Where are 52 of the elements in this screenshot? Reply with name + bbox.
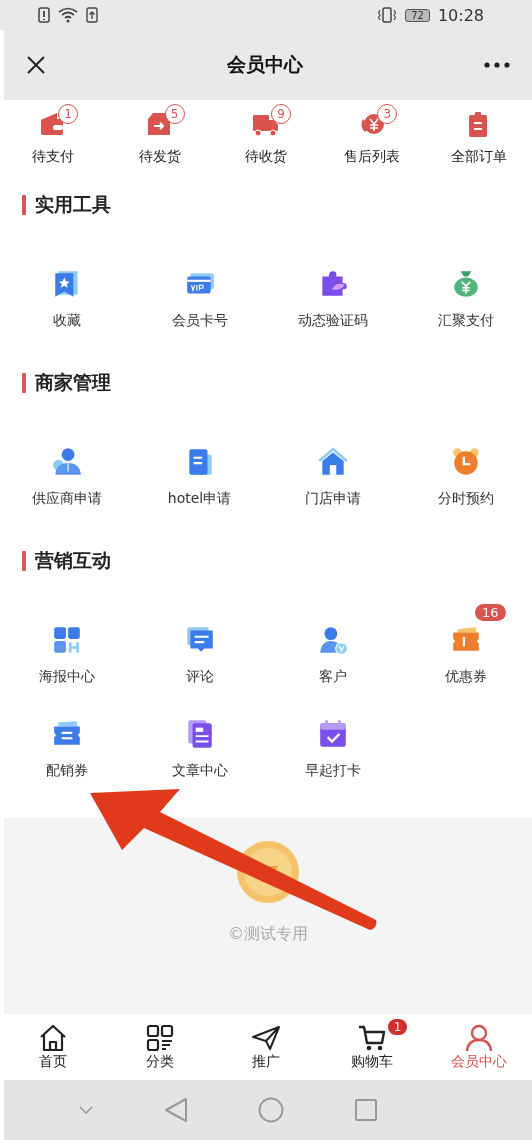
menu-item[interactable]: 门店申请 — [266, 446, 399, 508]
tab-item[interactable]: 推广 — [212, 1023, 319, 1071]
menu-item[interactable]: 海报中心 — [0, 624, 133, 686]
count-badge: 1 — [58, 104, 79, 124]
status-time: 10:28 — [437, 5, 484, 25]
paper-plane-icon — [250, 1023, 281, 1053]
menu-item[interactable]: 分时预约 — [399, 446, 532, 508]
menu-item[interactable]: 配销券 — [0, 718, 133, 780]
chevron-down-icon[interactable] — [79, 1106, 94, 1114]
menu-item[interactable]: 客户 — [266, 624, 399, 686]
wifi-icon — [58, 7, 78, 23]
back-icon[interactable] — [163, 1097, 188, 1123]
menu-item[interactable]: 评论 — [133, 624, 266, 686]
menu-item[interactable]: 文章中心 — [133, 718, 266, 780]
order-item[interactable]: 5 待发货 — [106, 102, 213, 166]
count-badge: 9 — [270, 104, 291, 124]
count-badge: 16 — [474, 604, 506, 621]
section-title: 营销互动 — [35, 548, 111, 573]
upload-icon — [86, 7, 98, 23]
tab-item[interactable]: 首页 — [0, 1023, 107, 1071]
menu-item[interactable]: 收藏 — [0, 268, 133, 330]
home-circle-icon[interactable] — [258, 1097, 285, 1123]
order-item[interactable]: 1 待支付 — [0, 102, 107, 166]
user-icon — [463, 1023, 494, 1053]
vibrate-icon — [377, 7, 398, 23]
count-badge: 3 — [377, 104, 398, 124]
order-item[interactable]: 3 售后列表 — [319, 102, 426, 166]
menu-item[interactable]: 动态验证码 — [266, 268, 399, 330]
house-icon — [316, 446, 349, 478]
menu-item[interactable]: 汇聚支付 — [399, 268, 532, 330]
menu-item[interactable]: 供应商申请 — [0, 446, 133, 508]
order-item[interactable]: 9 待收货 — [212, 102, 319, 166]
person-icon — [50, 446, 83, 478]
sim-alert-icon — [38, 7, 50, 23]
order-item[interactable]: 全部订单 — [425, 102, 532, 166]
cart-badge: 1 — [387, 1019, 408, 1035]
tab-item[interactable]: 会员中心 — [425, 1023, 532, 1071]
section-title: 实用工具 — [35, 192, 111, 217]
close-icon[interactable] — [26, 55, 46, 75]
menu-item[interactable]: hotel申请 — [133, 446, 266, 508]
copyright-text: ©测试专用 — [228, 924, 308, 945]
cart-icon — [357, 1023, 388, 1053]
grid-list-icon — [144, 1023, 175, 1053]
more-icon[interactable] — [484, 62, 510, 68]
count-badge: 5 — [164, 104, 185, 124]
tab-item[interactable]: 分类 — [106, 1023, 213, 1071]
page-title: 会员中心 — [227, 52, 303, 77]
section-title: 商家管理 — [35, 370, 111, 395]
menu-item[interactable]: 早起打卡 — [266, 718, 399, 780]
menu-item[interactable]: 会员卡号 — [133, 268, 266, 330]
battery-level: 72 — [405, 8, 430, 22]
recents-icon[interactable] — [354, 1099, 377, 1121]
